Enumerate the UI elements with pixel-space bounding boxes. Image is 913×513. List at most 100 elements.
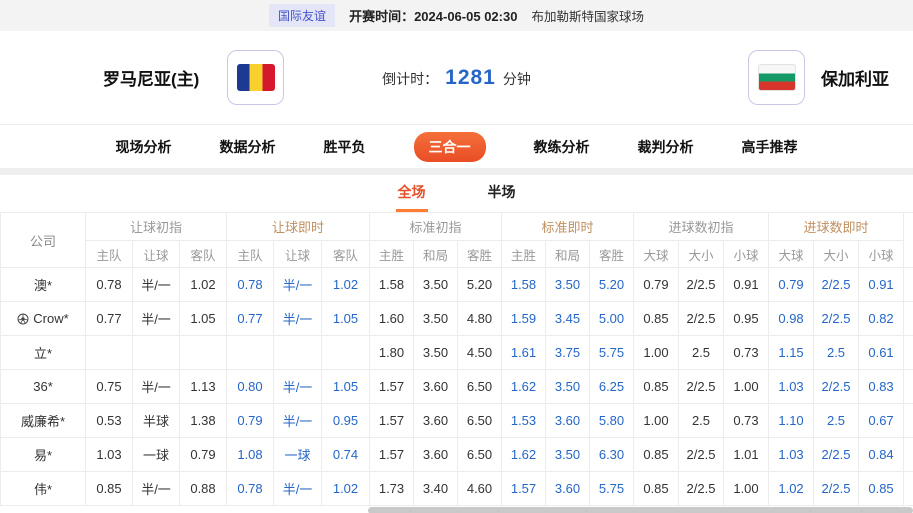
odds-cell[interactable]: 0.61 bbox=[859, 336, 904, 370]
odds-cell[interactable]: 0.78 bbox=[227, 472, 274, 506]
odds-cell[interactable]: 2/2.5 bbox=[679, 438, 724, 472]
nav-tab-1[interactable]: 现场分析 bbox=[116, 137, 172, 157]
odds-cell[interactable]: 3.60 bbox=[414, 404, 458, 438]
odds-cell[interactable]: 2.5 bbox=[679, 336, 724, 370]
odds-cell[interactable]: 1.62 bbox=[502, 438, 546, 472]
odds-cell[interactable]: 0.85 bbox=[634, 438, 679, 472]
odds-cell[interactable]: 1.57 bbox=[370, 370, 414, 404]
odds-cell[interactable]: 半/一 bbox=[274, 370, 322, 404]
odds-cell[interactable]: 1.00 bbox=[634, 336, 679, 370]
odds-cell[interactable]: 1.59 bbox=[502, 302, 546, 336]
odds-cell[interactable]: 0.95 bbox=[724, 302, 769, 336]
company-cell[interactable]: Crow* bbox=[1, 302, 86, 336]
odds-cell[interactable]: 6.25 bbox=[590, 370, 634, 404]
odds-cell[interactable]: 3.50 bbox=[414, 302, 458, 336]
odds-cell[interactable]: 半/一 bbox=[133, 302, 180, 336]
odds-cell[interactable]: 3.45 bbox=[546, 302, 590, 336]
company-cell[interactable]: 威廉希* bbox=[1, 404, 86, 438]
odds-cell[interactable]: 1.00 bbox=[724, 370, 769, 404]
odds-cell[interactable]: 1.05 bbox=[322, 370, 370, 404]
odds-cell[interactable]: 1.02 bbox=[769, 472, 814, 506]
odds-cell[interactable]: 1.57 bbox=[502, 472, 546, 506]
odds-cell[interactable]: 1.03 bbox=[769, 370, 814, 404]
odds-cell[interactable]: 2.5 bbox=[814, 404, 859, 438]
odds-cell[interactable]: 6.30 bbox=[590, 438, 634, 472]
odds-cell[interactable]: 0.85 bbox=[634, 472, 679, 506]
odds-cell[interactable]: 1.53 bbox=[502, 404, 546, 438]
odds-cell[interactable]: 0.95 bbox=[322, 404, 370, 438]
odds-cell[interactable]: 3.60 bbox=[414, 438, 458, 472]
odds-cell[interactable]: 0.79 bbox=[769, 268, 814, 302]
odds-cell[interactable]: 半/一 bbox=[133, 268, 180, 302]
odds-cell[interactable]: 0.88 bbox=[180, 472, 227, 506]
company-cell[interactable]: 澳* bbox=[1, 268, 86, 302]
odds-cell[interactable]: 2/2.5 bbox=[679, 268, 724, 302]
odds-cell[interactable]: 0.85 bbox=[634, 302, 679, 336]
odds-cell[interactable]: 0.85 bbox=[634, 370, 679, 404]
odds-cell[interactable]: 一球 bbox=[133, 438, 180, 472]
odds-cell[interactable]: 0.85 bbox=[859, 472, 904, 506]
company-cell[interactable]: 立* bbox=[1, 336, 86, 370]
odds-cell[interactable]: 0.83 bbox=[859, 370, 904, 404]
odds-cell[interactable]: 1.73 bbox=[370, 472, 414, 506]
odds-cell[interactable]: 0.78 bbox=[86, 268, 133, 302]
league-badge[interactable]: 国际友谊 bbox=[269, 4, 335, 27]
horizontal-scrollbar-thumb[interactable] bbox=[368, 507, 913, 513]
odds-cell[interactable]: 0.74 bbox=[322, 438, 370, 472]
odds-cell[interactable]: 2/2.5 bbox=[679, 472, 724, 506]
odds-cell[interactable]: 3.60 bbox=[546, 404, 590, 438]
company-cell[interactable]: 易* bbox=[1, 438, 86, 472]
odds-cell[interactable]: 1.58 bbox=[370, 268, 414, 302]
odds-cell[interactable]: 一球 bbox=[274, 438, 322, 472]
odds-cell[interactable]: 2/2.5 bbox=[679, 370, 724, 404]
odds-cell[interactable]: 0.85 bbox=[86, 472, 133, 506]
odds-cell[interactable]: 半/一 bbox=[133, 370, 180, 404]
nav-tab-3[interactable]: 胜平负 bbox=[324, 137, 366, 157]
odds-cell[interactable]: 半球 bbox=[133, 404, 180, 438]
odds-cell[interactable]: 4.60 bbox=[458, 472, 502, 506]
odds-cell[interactable]: 0.98 bbox=[769, 302, 814, 336]
odds-cell[interactable]: 3.50 bbox=[546, 268, 590, 302]
odds-cell[interactable]: 半/一 bbox=[274, 404, 322, 438]
odds-cell[interactable]: 0.78 bbox=[227, 268, 274, 302]
odds-cell[interactable]: 0.67 bbox=[859, 404, 904, 438]
odds-cell[interactable]: 1.01 bbox=[724, 438, 769, 472]
odds-cell[interactable]: 3.60 bbox=[546, 472, 590, 506]
odds-cell[interactable]: 2/2.5 bbox=[814, 302, 859, 336]
odds-cell[interactable]: 1.00 bbox=[724, 472, 769, 506]
odds-cell[interactable]: 6.50 bbox=[458, 438, 502, 472]
odds-cell[interactable]: 1.00 bbox=[634, 404, 679, 438]
odds-cell[interactable]: 1.57 bbox=[370, 438, 414, 472]
odds-cell[interactable]: 1.02 bbox=[180, 268, 227, 302]
odds-cell[interactable]: 2/2.5 bbox=[679, 302, 724, 336]
odds-cell[interactable]: 1.05 bbox=[322, 302, 370, 336]
odds-cell[interactable]: 半/一 bbox=[133, 472, 180, 506]
nav-tab-4[interactable]: 三合一 bbox=[414, 132, 486, 162]
company-cell[interactable]: 伟* bbox=[1, 472, 86, 506]
odds-cell[interactable]: 0.84 bbox=[859, 438, 904, 472]
company-cell[interactable]: 36* bbox=[1, 370, 86, 404]
odds-cell[interactable]: 半/一 bbox=[274, 472, 322, 506]
odds-cell[interactable]: 2.5 bbox=[814, 336, 859, 370]
nav-tab-6[interactable]: 裁判分析 bbox=[638, 137, 694, 157]
odds-cell[interactable]: 1.60 bbox=[370, 302, 414, 336]
odds-cell[interactable]: 4.50 bbox=[458, 336, 502, 370]
odds-cell[interactable]: 2/2.5 bbox=[814, 438, 859, 472]
odds-cell[interactable]: 1.15 bbox=[769, 336, 814, 370]
odds-cell[interactable]: 5.20 bbox=[590, 268, 634, 302]
odds-cell[interactable]: 1.58 bbox=[502, 268, 546, 302]
odds-cell[interactable]: 2/2.5 bbox=[814, 370, 859, 404]
odds-cell[interactable]: 1.02 bbox=[322, 472, 370, 506]
odds-cell[interactable]: 1.08 bbox=[227, 438, 274, 472]
odds-cell[interactable]: 6.50 bbox=[458, 370, 502, 404]
odds-cell[interactable]: 0.77 bbox=[86, 302, 133, 336]
odds-cell[interactable]: 1.03 bbox=[86, 438, 133, 472]
odds-cell[interactable]: 0.80 bbox=[227, 370, 274, 404]
odds-cell[interactable]: 5.75 bbox=[590, 472, 634, 506]
odds-cell[interactable]: 1.62 bbox=[502, 370, 546, 404]
odds-cell[interactable]: 0.91 bbox=[859, 268, 904, 302]
odds-cell[interactable]: 0.79 bbox=[180, 438, 227, 472]
odds-cell[interactable]: 5.00 bbox=[590, 302, 634, 336]
odds-cell[interactable]: 1.61 bbox=[502, 336, 546, 370]
odds-cell[interactable]: 0.79 bbox=[634, 268, 679, 302]
